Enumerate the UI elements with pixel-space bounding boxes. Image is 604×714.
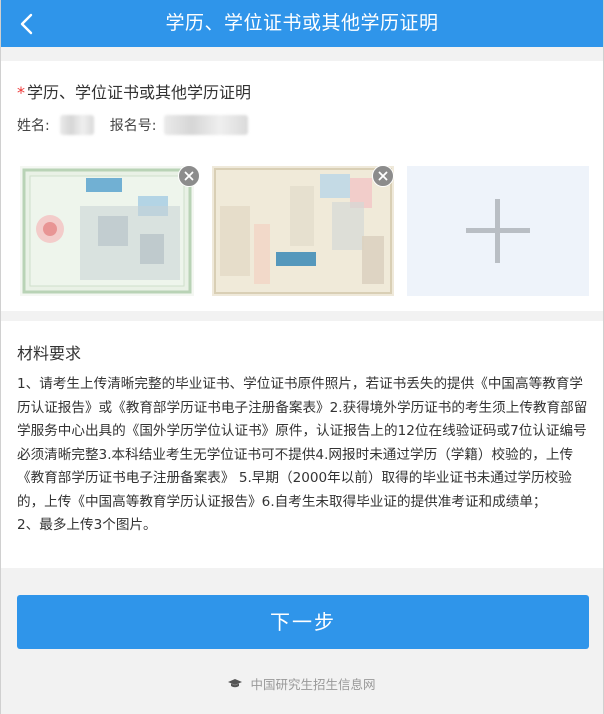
remove-image-2-button[interactable] xyxy=(372,165,394,187)
reg-no-value-redacted xyxy=(164,115,249,135)
uploaded-image-2[interactable] xyxy=(212,165,394,296)
certificate-photo-2 xyxy=(212,166,394,296)
remove-image-1-button[interactable] xyxy=(178,165,200,187)
close-circle-icon xyxy=(184,171,194,181)
upload-thumbnails xyxy=(20,165,590,296)
section-title: * 学历、学位证书或其他学历证明 xyxy=(17,79,251,103)
graduation-cap-icon xyxy=(228,678,243,687)
applicant-info: 姓名: 报名号: xyxy=(17,115,249,135)
required-mark: * xyxy=(17,83,25,102)
requirements-body: 1、请考生上传清晰完整的毕业证书、学位证书原件照片，若证书丢失的提供《中国高等教… xyxy=(17,373,589,538)
plus-icon xyxy=(466,199,530,263)
name-value-redacted xyxy=(59,115,94,135)
requirements-title: 材料要求 xyxy=(17,344,82,363)
app-frame: 学历、学位证书或其他学历证明 *学历、学位证书或其他学历证明 姓名: 报名号: xyxy=(0,0,604,714)
add-image-button[interactable] xyxy=(407,166,589,296)
top-header: 学历、学位证书或其他学历证明 xyxy=(1,0,603,47)
requirement-item-1: 1、请考生上传清晰完整的毕业证书、学位证书原件照片，若证书丢失的提供《中国高等教… xyxy=(17,376,588,510)
page-title: 学历、学位证书或其他学历证明 xyxy=(165,12,439,34)
certificate-photo-1 xyxy=(20,166,194,296)
footer: 中国研究生招生信息网 xyxy=(1,674,603,693)
upload-card: * 学历、学位证书或其他学历证明 姓名: 报名号: xyxy=(1,61,603,311)
requirements-card: 材料要求 1、请考生上传清晰完整的毕业证书、学位证书原件照片，若证书丢失的提供《… xyxy=(1,321,603,568)
bottom-area: 下一步 中国研究生招生信息网 xyxy=(1,568,603,714)
close-circle-icon xyxy=(378,171,388,181)
next-step-button[interactable]: 下一步 xyxy=(17,595,589,649)
section-title-text: 学历、学位证书或其他学历证明 xyxy=(27,83,252,102)
footer-text: 中国研究生招生信息网 xyxy=(250,677,376,692)
uploaded-image-1[interactable] xyxy=(20,165,200,296)
name-label: 姓名: xyxy=(17,118,50,134)
requirement-item-2: 2、最多上传3个图片。 xyxy=(17,517,157,533)
reg-no-label: 报名号: xyxy=(109,118,157,134)
